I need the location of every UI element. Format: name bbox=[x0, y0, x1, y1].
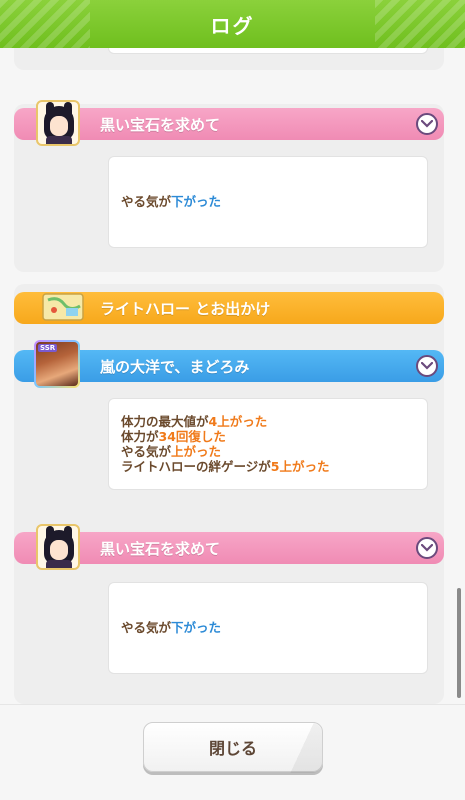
log-dialog: ログ 黒い宝石を求めて やる気が下がった ライトハロー とお出かけ 嵐の大洋で、… bbox=[0, 0, 465, 800]
log-list[interactable]: 黒い宝石を求めて やる気が下がった ライトハロー とお出かけ 嵐の大洋で、まどろ… bbox=[6, 48, 453, 704]
dialog-title-bar: ログ bbox=[0, 0, 465, 48]
close-button[interactable]: 閉じる bbox=[143, 722, 323, 773]
log-scrollbar[interactable] bbox=[457, 48, 461, 704]
scrollbar-thumb[interactable] bbox=[457, 588, 461, 698]
rarity-badge: SSR bbox=[38, 344, 58, 352]
event-result-line: 体力が34回復した bbox=[121, 429, 226, 444]
dialog-title: ログ bbox=[210, 13, 255, 38]
event-result-line: やる気が下がった bbox=[121, 194, 222, 209]
event-title: 黒い宝石を求めて bbox=[100, 539, 221, 558]
event-result-line: やる気が下がった bbox=[121, 620, 222, 635]
support-card-thumbnail: SSR bbox=[34, 340, 80, 388]
chevron-down-icon[interactable] bbox=[416, 537, 438, 559]
event-result-box: やる気が下がった bbox=[108, 582, 428, 674]
event-title: 黒い宝石を求めて bbox=[100, 115, 221, 134]
event-result-box: やる気が下がった bbox=[108, 156, 428, 248]
map-ticket-icon bbox=[42, 293, 84, 321]
chevron-down-icon[interactable] bbox=[416, 113, 438, 135]
event-result-line: ライトハローの絆ゲージが5上がった bbox=[121, 459, 330, 474]
chevron-down-icon[interactable] bbox=[416, 355, 438, 377]
event-result-line: 体力の最大値が4上がった bbox=[121, 414, 268, 429]
close-button-label: 閉じる bbox=[208, 739, 257, 758]
log-entry-partial bbox=[14, 48, 444, 70]
event-result-line: やる気が上がった bbox=[121, 444, 222, 459]
character-portrait bbox=[36, 100, 80, 146]
outing-title: ライトハロー とお出かけ bbox=[100, 299, 271, 318]
event-title: 嵐の大洋で、まどろみ bbox=[100, 357, 250, 376]
character-portrait bbox=[36, 524, 80, 570]
event-result-box: 体力の最大値が4上がった 体力が34回復した やる気が上がった ライトハローの絆… bbox=[108, 398, 428, 490]
